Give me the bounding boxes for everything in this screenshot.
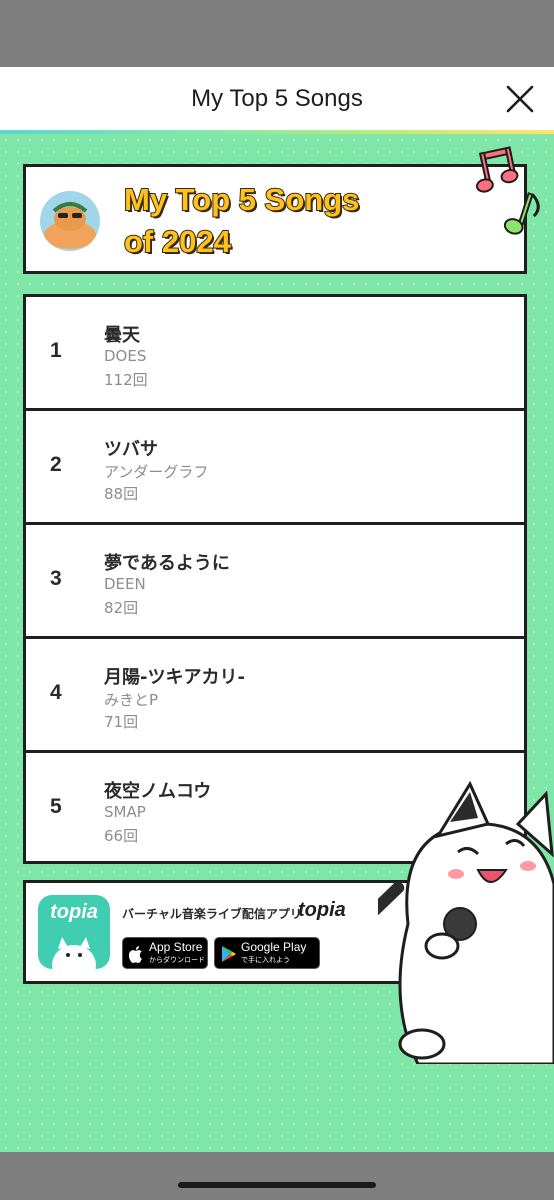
- status-bar-area: [0, 0, 554, 67]
- apple-icon: [129, 946, 142, 963]
- song-artist: アンダーグラフ: [104, 463, 209, 481]
- home-indicator[interactable]: [178, 1182, 376, 1188]
- song-rank: 2: [50, 453, 62, 476]
- song-artist: DOES: [104, 347, 147, 365]
- song-play-count: 88回: [104, 485, 139, 503]
- song-title: 曇天: [104, 325, 140, 346]
- song-rank: 4: [50, 681, 62, 704]
- card-title-line1: My Top 5 Songs: [123, 181, 360, 218]
- card-title-line2: of 2024: [123, 223, 232, 260]
- app-store-button[interactable]: App Store からダウンロード: [122, 937, 208, 969]
- avatar: [40, 191, 100, 251]
- list-item: 1 曇天 DOES 112回: [26, 297, 524, 411]
- song-rank: 5: [50, 795, 62, 818]
- mascot-cat-singing-image: [378, 780, 554, 1064]
- app-store-label: App Store: [149, 940, 203, 954]
- close-icon[interactable]: [504, 83, 536, 115]
- song-rank: 3: [50, 567, 62, 590]
- music-notes-icon: [475, 146, 540, 235]
- list-item: 4 月陽-ツキアカリ- みきとP 71回: [26, 639, 524, 753]
- topia-app-icon[interactable]: topia: [38, 895, 110, 969]
- promo-tagline: バーチャル音楽ライブ配信アプリ: [122, 907, 302, 921]
- song-artist: DEEN: [104, 575, 146, 593]
- song-play-count: 82回: [104, 599, 139, 617]
- title-card: My Top 5 Songs of 2024: [23, 164, 527, 274]
- google-play-sublabel: で手に入れよう: [241, 956, 290, 964]
- song-artist: みきとP: [104, 691, 159, 709]
- list-item: 3 夢であるように DEEN 82回: [26, 525, 524, 639]
- google-play-label: Google Play: [241, 940, 307, 954]
- bottom-bar-area: [0, 1152, 554, 1200]
- song-play-count: 112回: [104, 371, 148, 389]
- topia-logo: topia: [298, 899, 346, 921]
- modal-header: My Top 5 Songs: [0, 67, 554, 130]
- top-songs-card-area: My Top 5 Songs of 2024 1 曇天 DOES 112回 2 …: [0, 134, 554, 1152]
- song-title: ツバサ: [104, 439, 158, 460]
- song-play-count: 66回: [104, 827, 139, 845]
- song-title: 夜空ノムコウ: [104, 781, 212, 802]
- list-item: 2 ツバサ アンダーグラフ 88回: [26, 411, 524, 525]
- song-play-count: 71回: [104, 713, 139, 731]
- song-title: 月陽-ツキアカリ-: [104, 667, 245, 688]
- google-play-icon: [222, 946, 236, 962]
- app-store-sublabel: からダウンロード: [149, 956, 205, 964]
- song-artist: SMAP: [104, 803, 146, 821]
- google-play-button[interactable]: Google Play で手に入れよう: [214, 937, 320, 969]
- song-rank: 1: [50, 339, 62, 362]
- card-title: My Top 5 Songs of 2024: [123, 179, 360, 263]
- page-title: My Top 5 Songs: [191, 85, 363, 112]
- song-title: 夢であるように: [104, 553, 230, 574]
